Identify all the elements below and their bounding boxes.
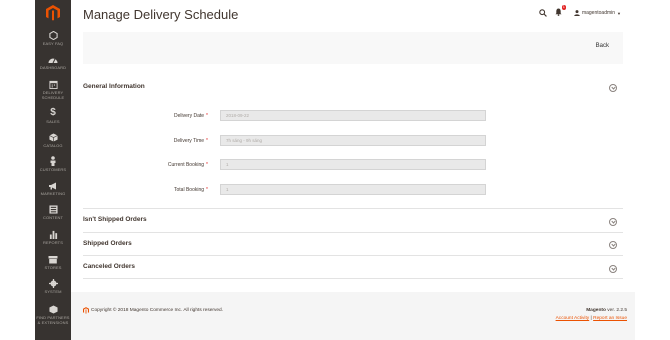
delivery-time-field: 7h sáng - 9h sáng <box>220 135 486 146</box>
main-content: Manage Delivery Schedule 1 magentoadmin … <box>71 0 635 340</box>
sidebar-item-label: CATALOG <box>43 143 63 148</box>
sidebar-item-system[interactable]: SYSTEM <box>35 279 71 294</box>
sidebar-item-sales[interactable]: $ SALES <box>35 107 71 125</box>
box-icon <box>48 305 58 314</box>
version-text: ver. 2.2.5 <box>605 308 627 313</box>
sidebar-item-delivery-schedule[interactable]: DELIVERY SCHEDULE <box>35 80 71 100</box>
search-icon[interactable] <box>539 9 547 17</box>
sidebar-item-content[interactable]: CONTENT <box>35 205 71 220</box>
bar-chart-icon <box>49 230 57 239</box>
chevron-down-icon[interactable] <box>609 84 617 92</box>
sidebar-item-label: STORES <box>44 265 62 270</box>
user-name: magentoadmin <box>581 10 616 16</box>
chevron-down-icon[interactable] <box>609 218 617 226</box>
sidebar-item-dashboard[interactable]: DASHBOARD <box>35 56 71 70</box>
section-title: Canceled Orders <box>83 263 136 270</box>
header-actions: 1 magentoadmin ▼ <box>539 5 621 18</box>
megaphone-icon <box>49 182 56 190</box>
sidebar-item-label: DELIVERY SCHEDULE <box>41 90 65 100</box>
left-margin <box>0 0 35 340</box>
sidebar-item-label: FIND PARTNERS & EXTENSIONS <box>36 315 70 325</box>
section-title: General Information <box>83 83 145 90</box>
delivery-date-field: 2018-09-22 <box>220 110 486 121</box>
admin-sidebar: EASY FAQ DASHBOARD DELIVERY SCHEDULE $ S… <box>35 0 71 340</box>
page-footer: Copyright © 2018 Magento Commerce Inc. A… <box>71 292 635 340</box>
divider <box>83 255 623 256</box>
sidebar-item-label: MARKETING <box>40 191 66 196</box>
page-title: Manage Delivery Schedule <box>83 7 239 22</box>
magento-brand: Magento <box>586 308 606 313</box>
sidebar-item-label: SALES <box>46 119 60 124</box>
sidebar-item-label: CUSTOMERS <box>39 167 67 172</box>
dashboard-gauge-icon <box>48 58 58 64</box>
magento-logo-icon[interactable] <box>35 0 71 26</box>
version-info: Magento ver. 2.2.5 Account Activity | Re… <box>556 307 627 323</box>
chevron-down-icon[interactable] <box>609 241 617 249</box>
footer-divider: | <box>590 316 592 321</box>
notification-count-badge: 1 <box>561 5 566 10</box>
field-label-total-booking: Total Booking * <box>174 187 208 193</box>
calendar-icon <box>48 80 58 89</box>
store-icon <box>48 256 58 264</box>
sidebar-item-stores[interactable]: STORES <box>35 255 71 270</box>
page-actions-bar: Back <box>83 32 623 64</box>
sidebar-item-reports[interactable]: REPORTS <box>35 230 71 245</box>
general-information-section[interactable]: General Information <box>83 78 623 96</box>
chevron-down-icon[interactable] <box>609 265 617 273</box>
sidebar-item-easy-faq[interactable]: EASY FAQ <box>35 31 71 46</box>
copyright-text: Copyright © 2018 Magento Commerce Inc. A… <box>91 308 224 313</box>
person-icon <box>50 156 56 166</box>
canceled-orders-section[interactable]: Canceled Orders <box>83 259 623 277</box>
shipped-orders-section[interactable]: Shipped Orders <box>83 235 623 253</box>
hexagon-icon <box>48 31 58 40</box>
sidebar-item-label: CONTENT <box>42 215 64 220</box>
sidebar-item-label: REPORTS <box>43 240 63 245</box>
right-margin <box>635 0 670 340</box>
sidebar-item-find-partners[interactable]: FIND PARTNERS & EXTENSIONS <box>35 305 71 325</box>
sidebar-item-label: EASY FAQ <box>42 41 64 46</box>
user-menu[interactable]: magentoadmin ▼ <box>574 10 621 16</box>
report-issue-link[interactable]: Report an Issue <box>593 316 627 321</box>
section-title: Isn't Shipped Orders <box>83 216 147 223</box>
field-label-current-booking: Current Booking * <box>167 162 208 168</box>
sidebar-item-label: DASHBOARD <box>39 65 67 70</box>
back-button[interactable]: Back <box>596 43 609 49</box>
sidebar-item-customers[interactable]: CUSTOMERS <box>35 156 71 172</box>
sidebar-item-label: SYSTEM <box>44 289 62 294</box>
account-activity-link[interactable]: Account Activity <box>556 316 590 321</box>
user-icon <box>574 10 580 16</box>
bell-icon <box>555 8 562 16</box>
section-title: Shipped Orders <box>83 240 132 247</box>
divider <box>83 278 623 279</box>
current-booking-field: 1 <box>220 159 486 170</box>
divider <box>83 208 623 209</box>
cube-icon <box>48 133 58 142</box>
content-grid-icon <box>48 205 58 214</box>
magento-logo-icon <box>83 307 89 314</box>
notifications-button[interactable]: 1 <box>555 5 566 18</box>
sidebar-item-catalog[interactable]: CATALOG <box>35 133 71 148</box>
field-label-delivery-date: Delivery Date * <box>174 113 208 119</box>
divider <box>83 232 623 233</box>
gear-icon <box>48 279 58 288</box>
total-booking-field: 1 <box>220 184 486 195</box>
field-label-delivery-time: Delivery Time * <box>173 138 208 144</box>
chevron-down-icon: ▼ <box>617 10 621 16</box>
sidebar-item-marketing[interactable]: MARKETING <box>35 182 71 196</box>
dollar-icon: $ <box>50 107 56 118</box>
isnt-shipped-orders-section[interactable]: Isn't Shipped Orders <box>83 212 623 230</box>
